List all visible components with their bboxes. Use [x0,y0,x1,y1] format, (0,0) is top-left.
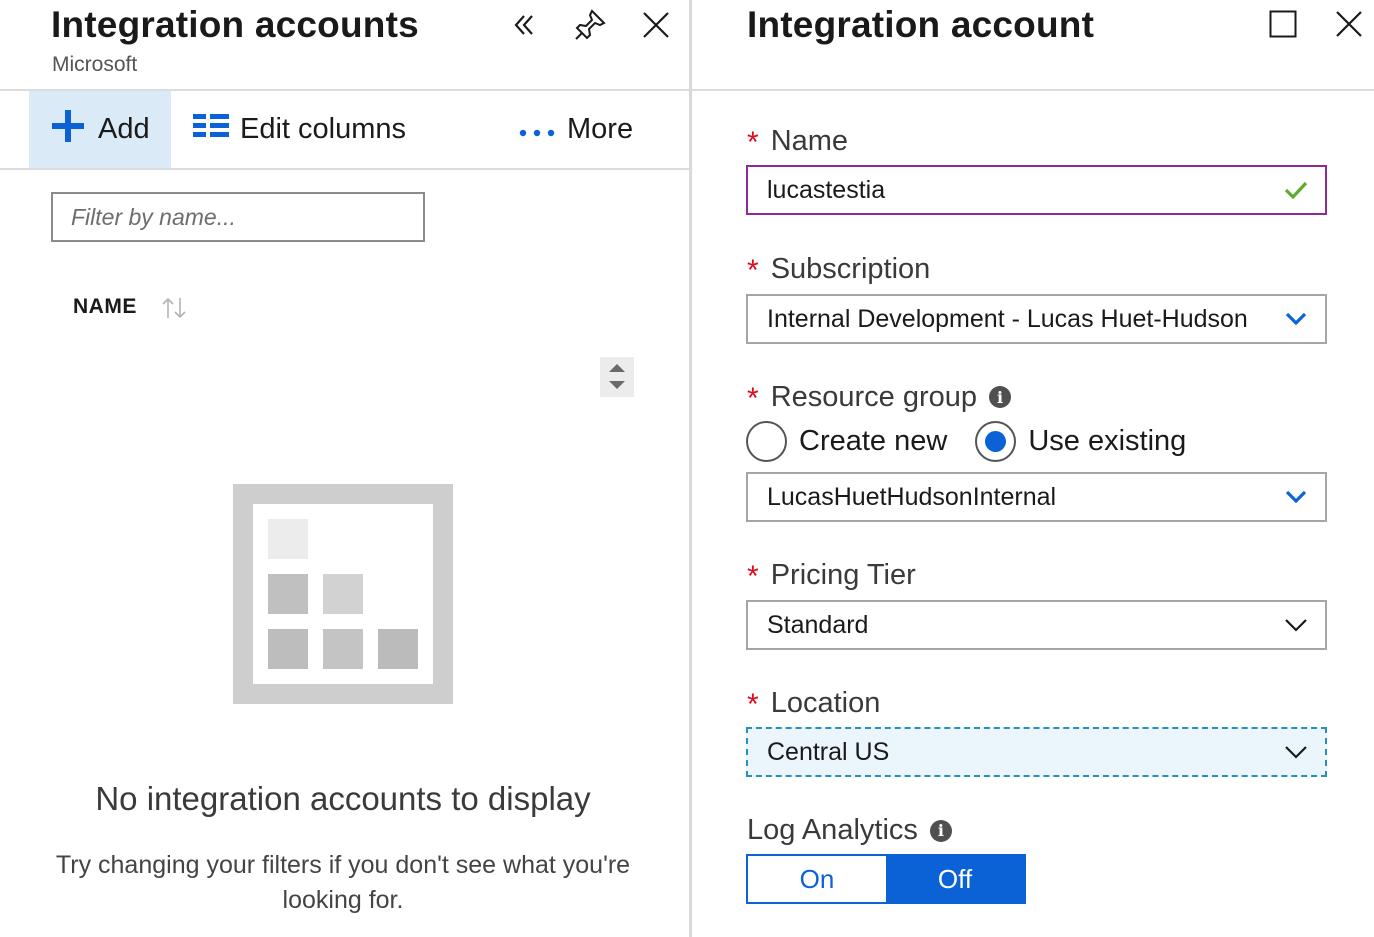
resource-group-radio-group: Create new Use existing [746,418,1214,464]
blade-title: Integration account [747,4,1095,45]
empty-list-illustration [233,484,453,704]
empty-state-hint: Try changing your filters if you don't s… [55,851,631,914]
subscription-dropdown[interactable]: Internal Development - Lucas Huet-Hudson [746,294,1327,344]
pricing-tier-label-text: Pricing Tier [770,558,916,591]
name-label: * Name [747,124,849,160]
header-divider [692,89,1374,91]
integration-accounts-blade: Integration accounts Microsoft Add Edit … [0,0,689,937]
log-analytics-label: Log Analytics i [747,814,952,847]
log-analytics-on-option[interactable]: On [748,856,886,902]
command-bar: Add Edit columns More [0,89,689,170]
subscription-label-text: Subscription [770,252,931,285]
name-value: lucastestia [767,175,886,204]
ellipsis-icon [519,113,555,146]
double-chevron-left-icon[interactable] [504,5,544,45]
resource-group-dropdown[interactable]: LucasHuetHudsonInternal [746,472,1327,522]
required-marker: * [747,254,759,287]
integration-account-create-blade: Integration account * Name lucastestia *… [692,0,1374,937]
info-icon[interactable]: i [989,386,1012,408]
radio-circle-selected [975,420,1017,462]
info-icon[interactable]: i [929,819,952,842]
name-input[interactable]: lucastestia [746,165,1327,215]
required-marker: * [747,560,759,593]
resource-group-value: LucasHuetHudsonInternal [767,482,1057,511]
radio-circle [746,420,787,462]
chevron-down-icon [1267,729,1325,775]
more-label: More [567,113,634,145]
name-column-header[interactable]: NAME [73,295,137,319]
required-marker: * [747,688,759,721]
scroll-stepper[interactable] [600,357,634,397]
resource-group-label-text: Resource group [770,380,978,413]
filter-by-name-input[interactable] [51,192,425,242]
columns-icon [193,113,229,146]
edit-columns-label: Edit columns [240,113,407,145]
add-label: Add [98,113,150,145]
location-label: * Location [747,686,881,722]
location-dropdown[interactable]: Central US [746,727,1327,777]
pricing-tier-label: * Pricing Tier [747,558,916,594]
sort-icon[interactable] [160,296,190,320]
pricing-tier-dropdown[interactable]: Standard [746,600,1327,650]
edit-columns-button[interactable]: Edit columns [193,91,406,168]
subscription-label: * Subscription [747,252,931,288]
name-label-text: Name [770,124,849,157]
location-value: Central US [767,737,890,766]
chevron-down-icon [1267,296,1325,342]
required-marker: * [747,126,759,159]
blade-subtitle: Microsoft [52,53,138,76]
resource-group-label: * Resource group i [747,380,1012,415]
checkmark-icon [1267,167,1325,213]
pin-icon[interactable] [570,5,610,45]
use-existing-radio[interactable]: Use existing [975,420,1187,462]
create-new-radio[interactable]: Create new [746,420,948,462]
log-analytics-label-text: Log Analytics [747,814,918,846]
empty-state-title: No integration accounts to display [95,780,591,817]
pricing-tier-value: Standard [767,610,869,639]
location-label-text: Location [770,686,881,719]
close-icon[interactable] [1329,4,1369,44]
use-existing-label: Use existing [1028,424,1187,457]
chevron-down-icon [1267,474,1325,520]
chevron-down-icon [1267,602,1325,648]
required-marker: * [747,382,759,415]
add-button[interactable]: Add [29,91,171,168]
create-new-label: Create new [799,424,948,457]
close-icon[interactable] [636,5,676,45]
log-analytics-off-option[interactable]: Off [886,856,1024,902]
blade-title: Integration accounts [51,4,419,45]
subscription-value: Internal Development - Lucas Huet-Hudson [767,304,1248,333]
maximize-icon[interactable] [1263,4,1303,44]
plus-icon [50,108,86,152]
log-analytics-toggle: On Off [746,854,1026,904]
more-button[interactable]: More [519,91,633,168]
